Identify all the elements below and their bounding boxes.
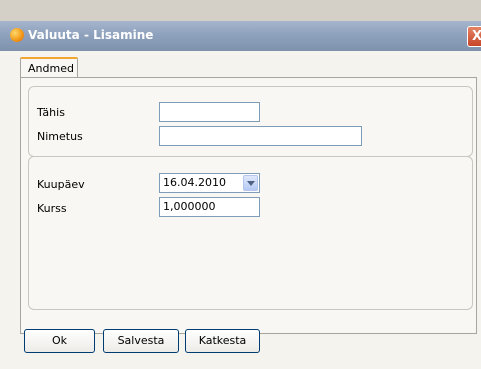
tab-andmed[interactable]: Andmed — [20, 57, 78, 78]
nimetus-label: Nimetus — [37, 130, 83, 143]
background-strip — [0, 0, 481, 21]
title-bar[interactable]: Valuuta - Lisamine X — [0, 21, 481, 51]
chevron-down-icon[interactable] — [243, 175, 258, 191]
kuupaev-label: Kuupäev — [37, 178, 85, 191]
nimetus-input[interactable] — [159, 126, 362, 146]
window-title: Valuuta - Lisamine — [28, 28, 154, 42]
ok-button[interactable]: Ok — [24, 329, 95, 353]
kuupaev-date-picker[interactable]: 16.04.2010 — [159, 173, 260, 193]
kuupaev-value: 16.04.2010 — [163, 176, 226, 189]
app-orange-ball-icon — [10, 28, 24, 42]
tahis-input[interactable] — [159, 102, 260, 122]
cancel-button[interactable]: Katkesta — [185, 329, 260, 353]
save-button[interactable]: Salvesta — [103, 329, 179, 353]
tab-andmed-label: Andmed — [28, 62, 74, 75]
kurss-input[interactable]: 1,000000 — [159, 197, 260, 217]
close-button[interactable]: X — [467, 26, 481, 47]
tahis-label: Tähis — [37, 106, 65, 119]
dialog-window: Valuuta - Lisamine X Andmed Tähis Nimetu… — [0, 21, 481, 369]
kurss-label: Kurss — [37, 202, 67, 215]
